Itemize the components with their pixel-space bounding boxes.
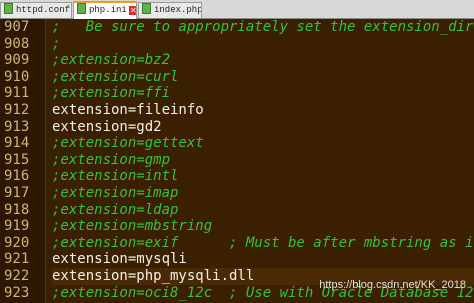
comment-line[interactable]: ; xyxy=(52,36,474,53)
line-number: 911 xyxy=(4,85,30,102)
code-line[interactable]: extension=gd2 xyxy=(52,119,474,136)
line-number: 909 xyxy=(4,52,30,69)
file-icon xyxy=(77,3,86,14)
line-number: 913 xyxy=(4,118,30,135)
tab-php-ini[interactable]: php.ini ✕ xyxy=(73,1,137,19)
line-number: 918 xyxy=(4,201,30,218)
comment-line[interactable]: ;extension=curl xyxy=(52,69,474,86)
comment-line[interactable]: ; Be sure to appropriately set the exten… xyxy=(52,19,474,36)
tab-label: php.ini xyxy=(89,5,127,15)
line-number: 915 xyxy=(4,151,30,168)
tab-bar: httpd.conf php.ini ✕ index.php xyxy=(0,0,474,19)
comment-line[interactable]: ;extension=ldap xyxy=(52,202,474,219)
comment-line[interactable]: ;extension=gmp xyxy=(52,152,474,169)
comment-line[interactable]: ;extension=bz2 xyxy=(52,52,474,69)
line-number: 912 xyxy=(4,102,30,118)
line-number: 908 xyxy=(4,35,30,52)
line-number: 910 xyxy=(4,68,30,85)
line-number-gutter: 907 908 909 910 911 912 913 914 915 916 917 918 919 9… xyxy=(0,19,46,303)
tab-label: httpd.conf xyxy=(16,5,71,15)
comment-line[interactable]: ;extension=intl xyxy=(52,168,474,185)
line-number: 921 xyxy=(4,251,30,268)
line-number: 919 xyxy=(4,218,30,235)
file-icon xyxy=(142,3,151,14)
comment-line[interactable]: ;extension=ffi xyxy=(52,85,474,102)
line-number: 907 xyxy=(4,19,30,35)
line-number: 916 xyxy=(4,168,30,185)
code-editor[interactable]: ; Be sure to appropriately set the exten… xyxy=(52,19,474,303)
watermark-text: https://blog.csdn.net/KK_2018 xyxy=(319,279,466,291)
line-number: 923 xyxy=(4,284,30,301)
tab-httpd-conf[interactable]: httpd.conf xyxy=(0,2,72,18)
comment-line[interactable]: ;extension=gettext xyxy=(52,135,474,152)
comment-line[interactable]: ;extension=mbstring xyxy=(52,218,474,235)
tab-label: index.php xyxy=(154,5,202,15)
line-number: 914 xyxy=(4,135,30,152)
code-line[interactable]: extension=fileinfo xyxy=(52,102,474,119)
close-tab-icon[interactable]: ✕ xyxy=(128,6,136,15)
line-number: 920 xyxy=(4,234,30,251)
line-number: 917 xyxy=(4,185,30,201)
tab-index-php[interactable]: index.php xyxy=(138,2,202,18)
comment-line[interactable]: ;extension=exif ; Must be after mbstring… xyxy=(52,235,474,252)
comment-line[interactable]: ;extension=imap xyxy=(52,185,474,202)
file-icon xyxy=(4,3,13,14)
code-line[interactable]: extension=mysqli xyxy=(52,251,474,268)
line-number: 922 xyxy=(4,268,30,284)
